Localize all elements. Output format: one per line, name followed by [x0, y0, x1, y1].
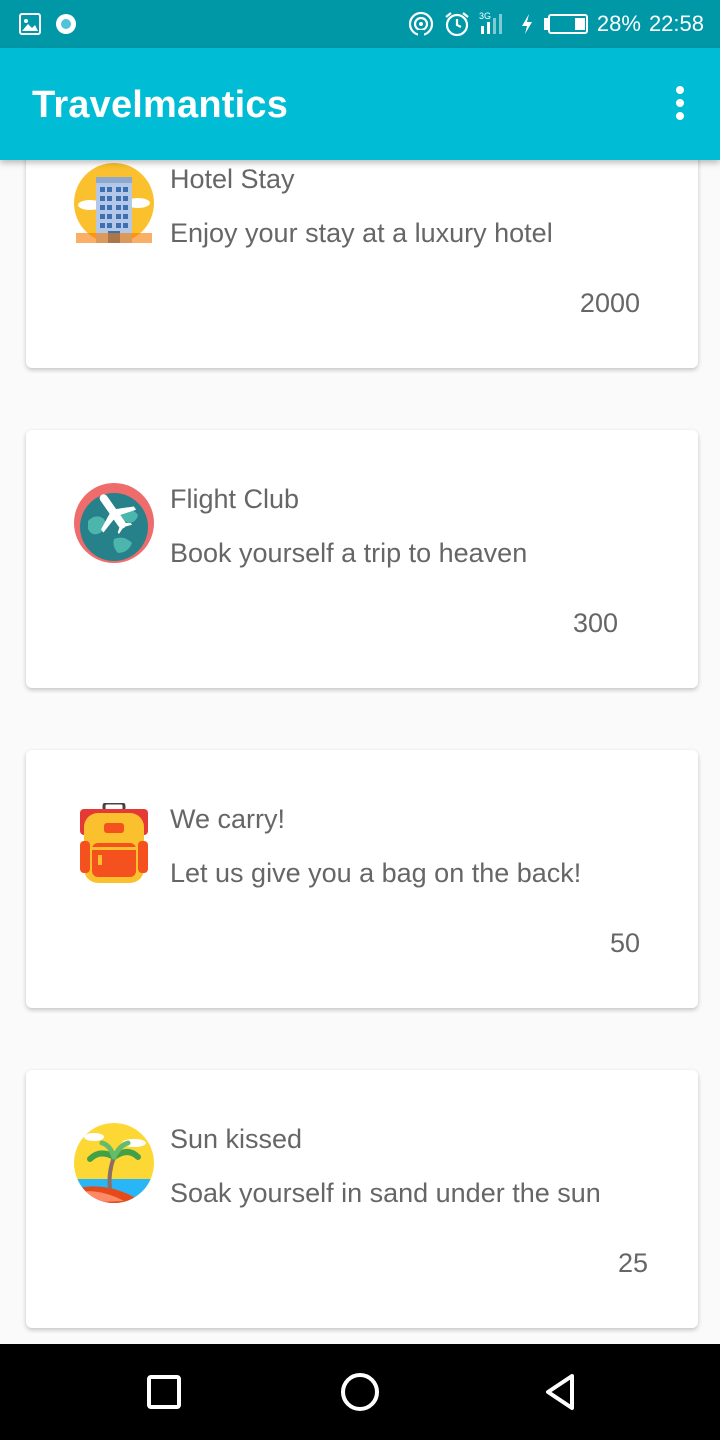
battery-icon — [543, 12, 589, 36]
hotspot-icon — [407, 10, 435, 38]
home-icon[interactable] — [338, 1370, 382, 1414]
backpack-icon — [74, 801, 154, 883]
deal-description: Soak yourself in sand under the sun — [170, 1178, 601, 1208]
back-icon[interactable] — [538, 1370, 582, 1414]
deal-card-sun-kissed[interactable]: Sun kissed Soak yourself in sand under t… — [26, 1070, 698, 1328]
signal-icon: 3G — [479, 10, 511, 38]
app-title: Travelmantics — [32, 84, 289, 126]
deal-title: Hotel Stay — [170, 164, 295, 194]
deal-description: Book yourself a trip to heaven — [170, 538, 528, 568]
charging-icon — [519, 12, 535, 36]
more-vert-icon[interactable] — [668, 86, 692, 126]
gallery-icon — [18, 12, 42, 36]
deal-description: Let us give you a bag on the back! — [170, 858, 582, 888]
status-bar-left — [18, 12, 78, 36]
svg-text:3G: 3G — [479, 11, 491, 21]
deal-card-flight-club[interactable]: Flight Club Book yourself a trip to heav… — [26, 430, 698, 688]
alarm-icon — [443, 10, 471, 38]
clock: 22:58 — [648, 11, 704, 36]
deal-title: We carry! — [170, 804, 286, 834]
deal-price: 300 — [572, 608, 618, 638]
notification-dot-icon — [54, 12, 78, 36]
hotel-icon — [74, 163, 154, 243]
deal-card-hotel-stay[interactable]: Hotel Stay Enjoy your stay at a luxury h… — [26, 160, 698, 368]
deal-list[interactable]: Hotel Stay Enjoy your stay at a luxury h… — [0, 160, 720, 1344]
deal-price: 25 — [617, 1248, 648, 1278]
battery-percentage: 28% — [596, 11, 641, 36]
navigation-bar — [0, 1344, 720, 1440]
status-bar: 3G 28% 22:58 — [0, 0, 720, 48]
deal-card-we-carry[interactable]: We carry! Let us give you a bag on the b… — [26, 750, 698, 1008]
deal-title: Sun kissed — [170, 1124, 303, 1154]
beach-icon — [74, 1123, 154, 1203]
deal-price: 2000 — [579, 288, 640, 318]
airplane-globe-icon — [74, 483, 154, 563]
deal-price: 50 — [609, 928, 640, 958]
deal-description: Enjoy your stay at a luxury hotel — [170, 218, 553, 248]
deal-title: Flight Club — [170, 484, 300, 514]
app-bar: Travelmantics — [0, 48, 720, 160]
recents-icon[interactable] — [142, 1370, 186, 1414]
status-bar-right: 3G 28% 22:58 — [407, 10, 704, 38]
